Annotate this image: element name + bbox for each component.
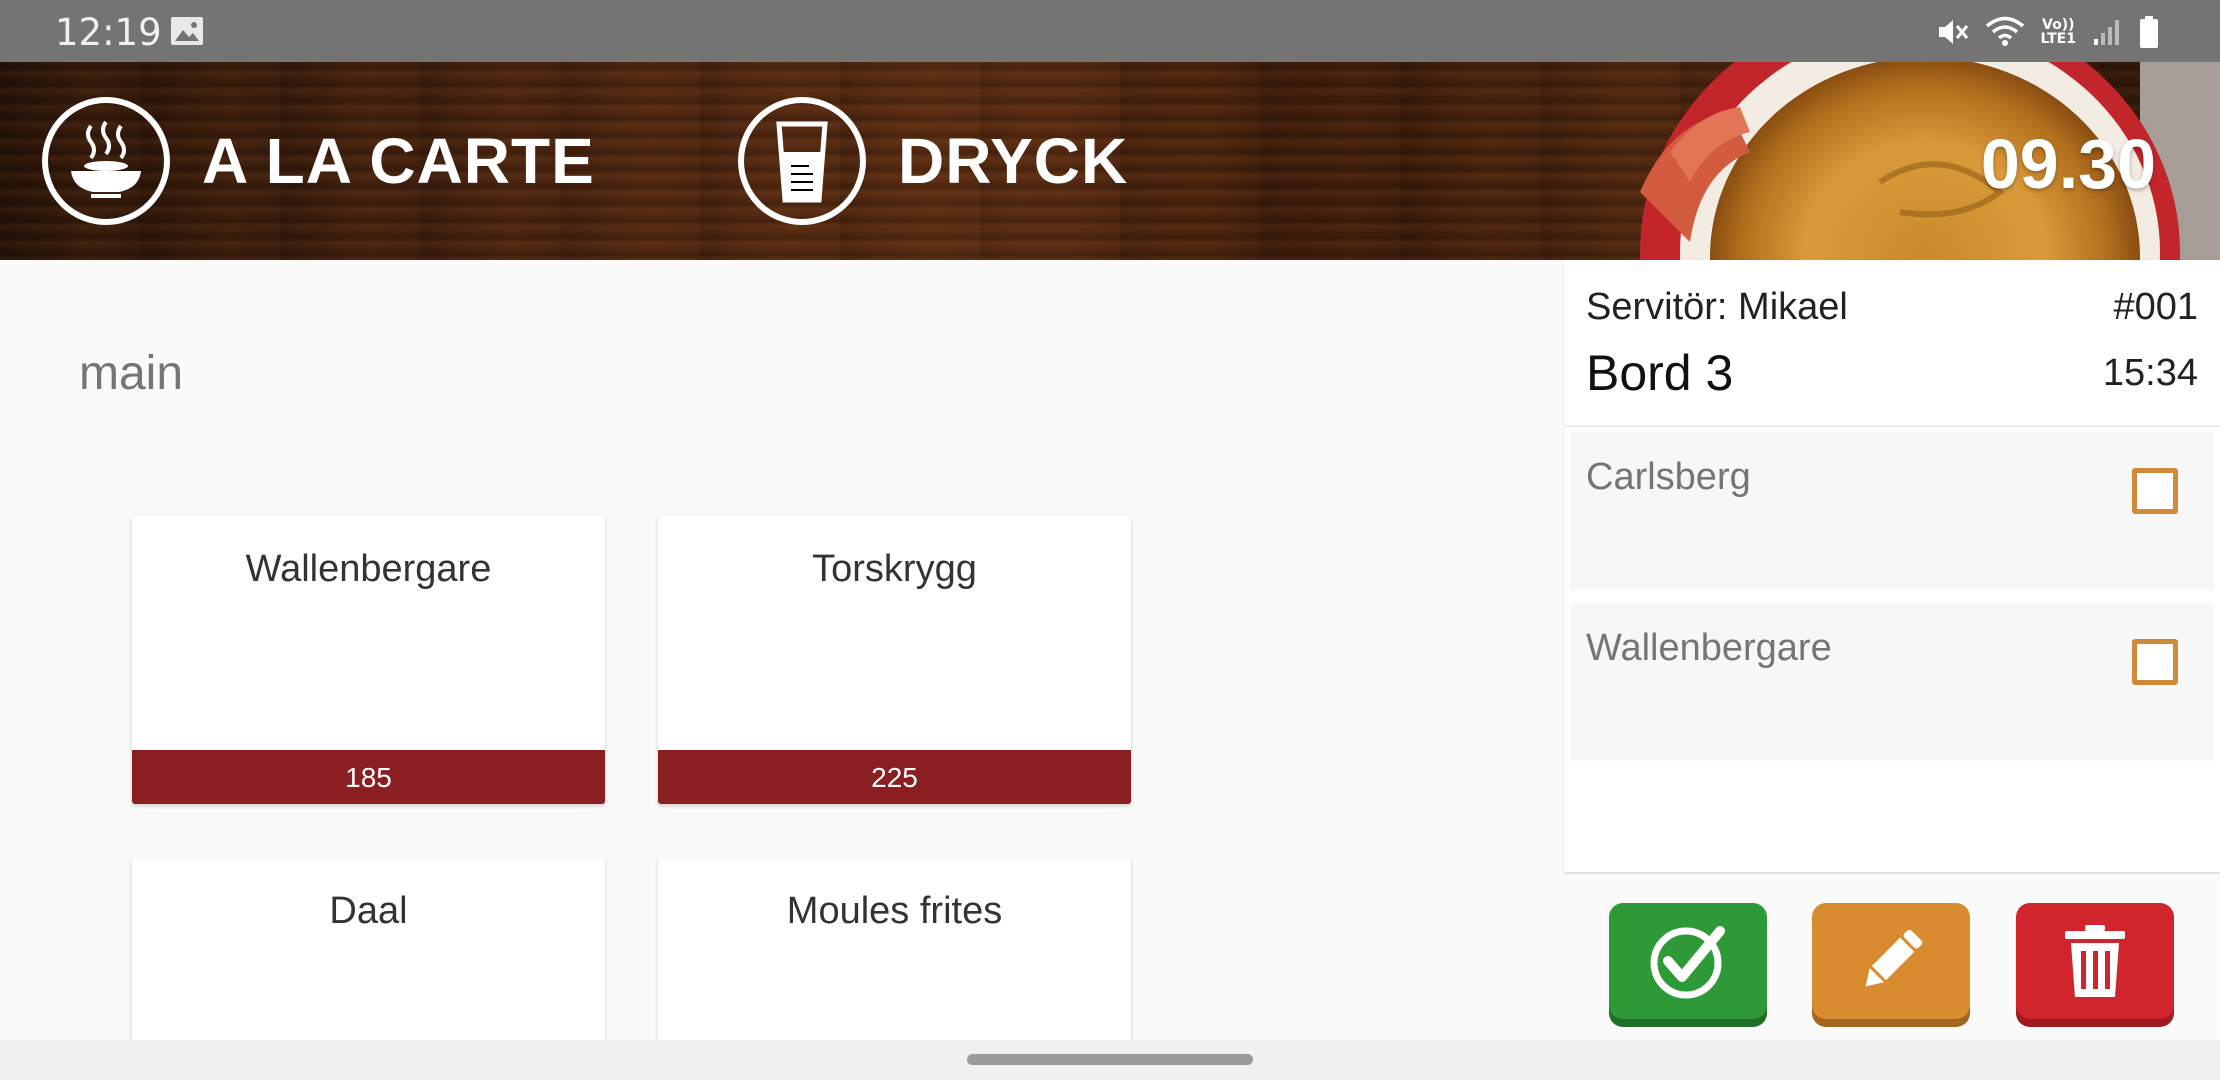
menu-item-card[interactable]: Daal [132,858,605,1058]
menu-item-name: Moules frites [786,890,1003,932]
wifi-icon [1985,16,2024,46]
battery-icon [2140,16,2158,48]
menu-item-card[interactable]: Wallenbergare 185 [132,516,605,804]
order-line-item[interactable]: Wallenbergare [1570,603,2214,761]
menu-item-price: 185 [132,750,605,804]
section-title: main [79,347,184,400]
header-clock: 09.30 [1980,125,2156,203]
status-icons: Vo)) LTE1 [1935,12,2160,52]
waiter-name: Servitör: Mikael [1586,286,1848,328]
trash-icon [2065,925,2125,997]
order-line-item[interactable]: Carlsberg [1570,432,2214,590]
nav-dryck[interactable]: DRYCK [738,96,1128,226]
volte-label: Vo)) [2042,17,2075,33]
delete-order-button[interactable] [2016,903,2174,1019]
signal-icon [2094,20,2119,45]
order-time: 15:34 [2102,352,2198,394]
edit-order-button[interactable] [1812,903,1970,1019]
status-bar: 12:19 Vo)) LTE1 [0,0,2220,62]
mute-icon [1938,20,1968,44]
menu-item-price: 225 [658,750,1131,804]
order-line-checkbox[interactable] [2132,639,2178,685]
order-line-checkbox[interactable] [2132,468,2178,514]
glass-icon [738,97,866,225]
menu-item-card[interactable]: Torskrygg 225 [658,516,1131,804]
header-banner: A LA CARTE DRYCK 09.30 [0,62,2220,260]
order-line-name: Wallenbergare [1586,627,1832,669]
order-line-name: Carlsberg [1586,456,1751,498]
menu-item-card[interactable]: Moules frites [658,858,1131,1058]
pencil-icon [1865,929,1923,987]
confirm-order-button[interactable] [1609,903,1767,1019]
lte-indicator: Vo)) LTE1 [2041,18,2076,46]
order-number: #001 [2113,286,2198,328]
menu-item-name: Torskrygg [812,548,977,590]
divider [1564,872,2220,874]
nav-a-la-carte[interactable]: A LA CARTE [42,96,595,226]
menu-item-name: Wallenbergare [245,548,492,590]
order-panel: Servitör: Mikael #001 Bord 3 15:34 Carls… [1564,260,2220,872]
image-notification-icon [171,17,203,45]
nav-dryck-label: DRYCK [898,125,1129,197]
steaming-bowl-icon [42,97,170,225]
table-name: Bord 3 [1586,345,1734,401]
nav-a-la-carte-label: A LA CARTE [202,125,595,197]
divider [1564,425,2220,427]
check-circle-icon [1650,926,1725,999]
system-nav-bar [0,1040,2220,1080]
status-time: 12:19 [55,11,162,54]
menu-item-name: Daal [329,890,408,932]
lte-label: LTE1 [2040,31,2076,47]
home-gesture-handle[interactable] [967,1054,1253,1065]
